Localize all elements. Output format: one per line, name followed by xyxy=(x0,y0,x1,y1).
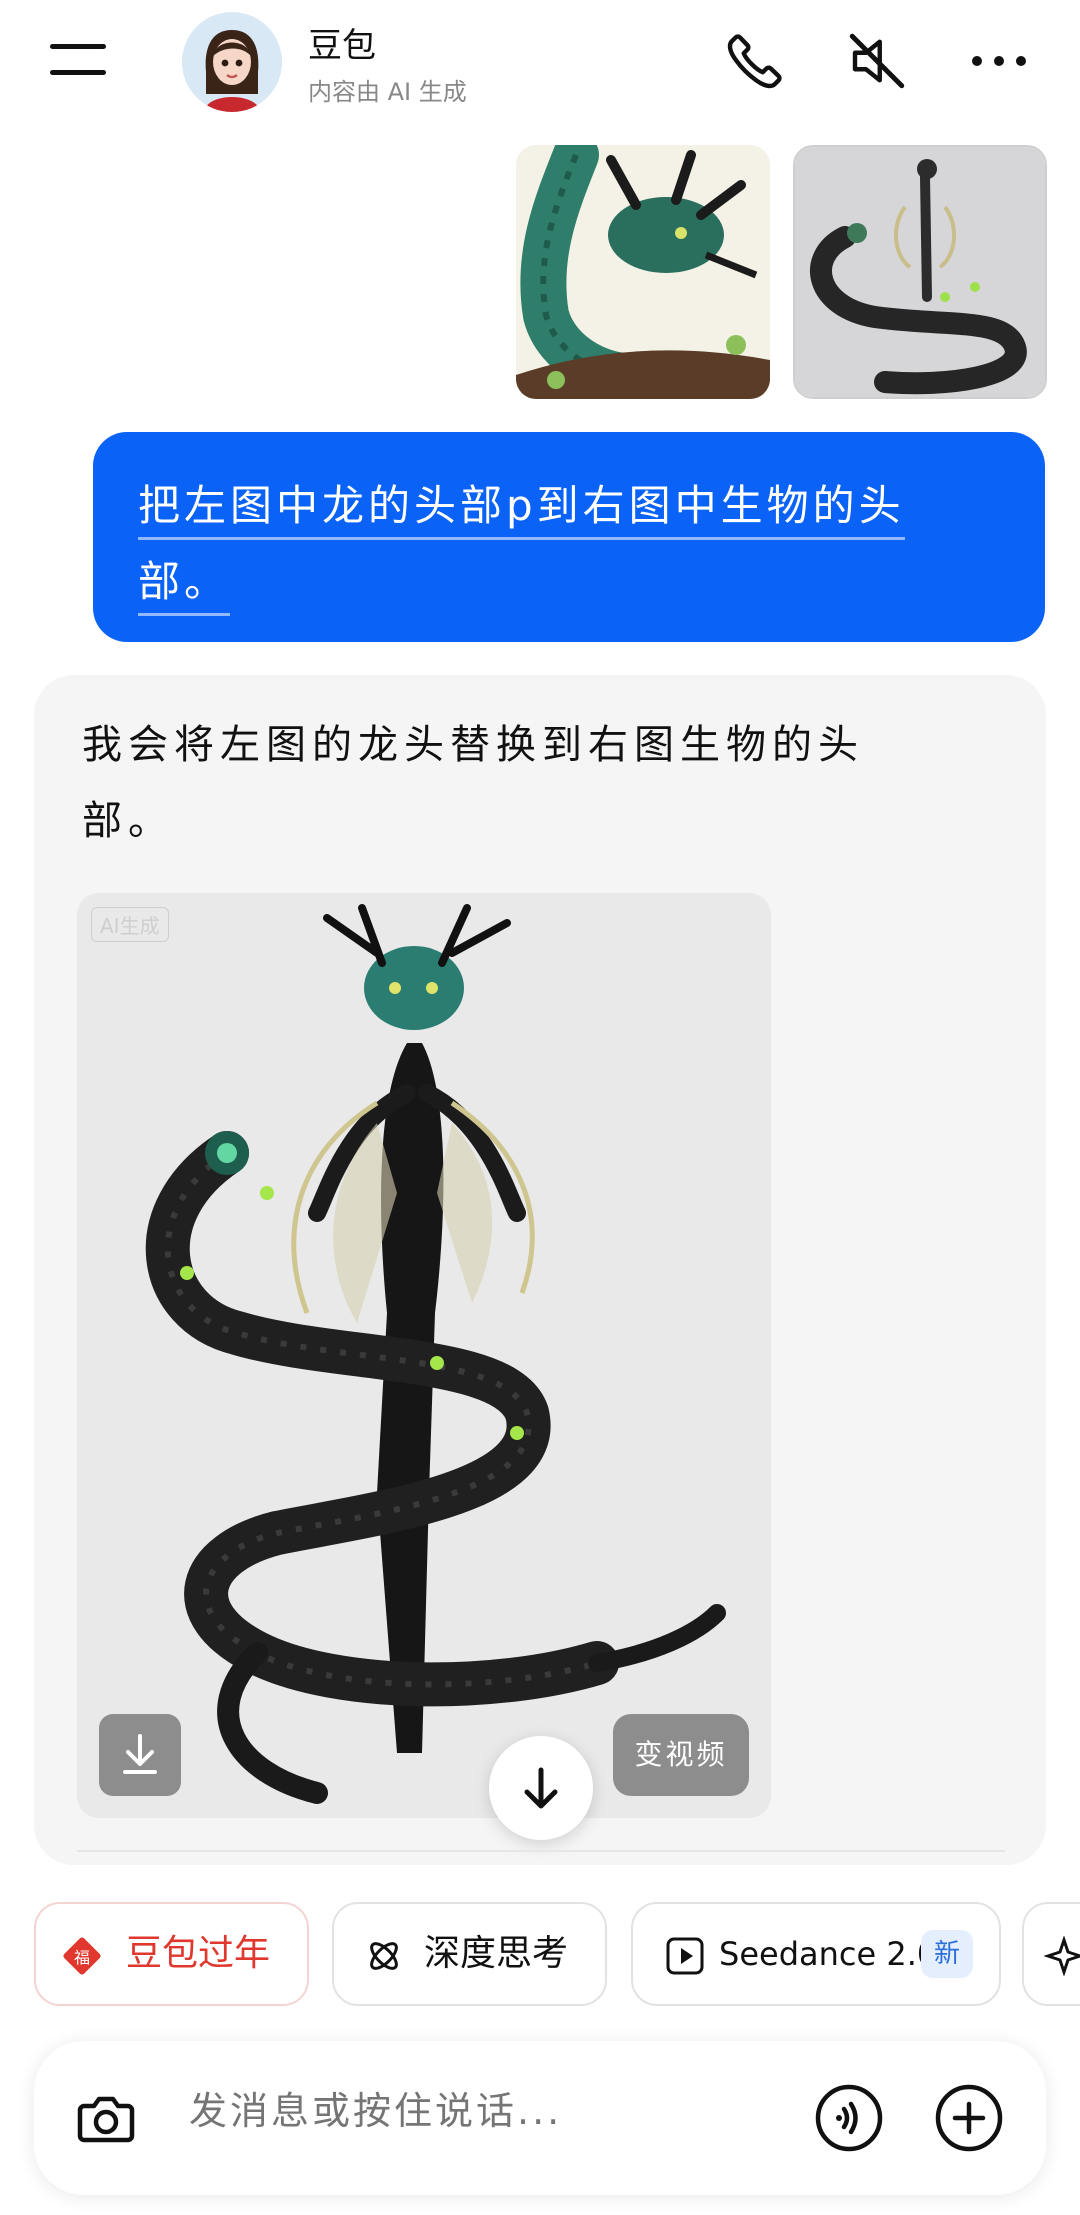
message-input[interactable] xyxy=(189,2089,789,2133)
chip-seedance[interactable]: Seedance 2.0 新 xyxy=(631,1902,1001,2006)
menu-icon[interactable] xyxy=(50,40,116,86)
download-icon xyxy=(123,1734,157,1774)
to-video-button[interactable]: 变视频 xyxy=(613,1714,749,1796)
play-icon xyxy=(666,1937,704,1975)
phone-icon[interactable] xyxy=(722,28,788,94)
more-icon[interactable] xyxy=(966,28,1032,94)
download-button[interactable] xyxy=(99,1714,181,1796)
bot-message-line: 部。 xyxy=(82,798,174,844)
plus-icon[interactable] xyxy=(934,2083,1004,2153)
ai-generated-tag: AI生成 xyxy=(91,907,169,942)
generated-image[interactable]: AI生成 变视频 xyxy=(77,893,771,1818)
chip-deep-thinking[interactable]: 深度思考 xyxy=(332,1902,607,2006)
ai-disclaimer: 内容由 AI 生成 xyxy=(308,78,467,106)
scroll-to-bottom-button[interactable] xyxy=(489,1736,593,1840)
bot-name: 豆包 xyxy=(308,26,376,66)
attached-image-dragon[interactable] xyxy=(516,145,770,399)
avatar[interactable] xyxy=(182,12,282,112)
new-badge: 新 xyxy=(921,1930,973,1978)
chip-doubao-new-year[interactable]: 福 豆包过年 xyxy=(34,1902,309,2006)
user-message-line: 把左图中龙的头部p到右图中生物的头 xyxy=(138,472,905,540)
svg-text:福: 福 xyxy=(74,1948,90,1967)
message-input-bar xyxy=(34,2041,1046,2195)
sparkle-icon xyxy=(1044,1936,1080,1976)
user-message-line: 部。 xyxy=(138,548,231,616)
attached-image-creature[interactable] xyxy=(793,145,1047,399)
voice-icon[interactable] xyxy=(814,2083,884,2153)
chip-label: Seedance 2.0 xyxy=(719,1935,938,1973)
chip-label: 豆包过年 xyxy=(126,1933,271,1974)
arrow-down-icon xyxy=(524,1767,558,1809)
camera-icon[interactable] xyxy=(74,2086,138,2150)
fu-diamond-icon: 福 xyxy=(63,1937,101,1975)
atom-icon xyxy=(370,1942,398,1970)
bot-message-line: 我会将左图的龙头替换到右图生物的头 xyxy=(82,722,864,768)
chip-label: 深度思考 xyxy=(424,1933,569,1974)
chat-header: 豆包 内容由 AI 生成 xyxy=(0,0,1080,130)
user-message-bubble[interactable]: 把左图中龙的头部p到右图中生物的头 部。 xyxy=(93,432,1045,642)
divider xyxy=(77,1850,1005,1852)
chip-more-partial[interactable] xyxy=(1022,1902,1080,2006)
mute-speaker-icon[interactable] xyxy=(844,28,910,94)
